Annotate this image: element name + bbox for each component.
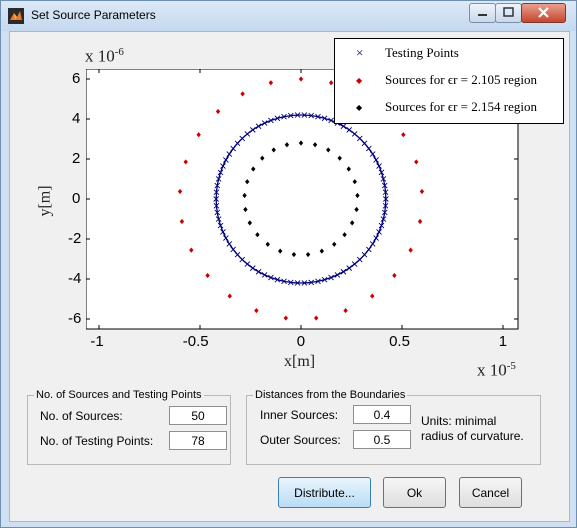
- x-axis-label: x[m]: [284, 353, 316, 370]
- x-tick-label: -0.5: [182, 333, 209, 350]
- y-tick-label: 6: [72, 70, 81, 87]
- sources-testing-group-title: No. of Sources and Testing Points: [36, 389, 202, 401]
- y-tick-label: -6: [68, 310, 82, 327]
- legend-marker: ◆: [356, 76, 363, 85]
- legend-label: Sources for ϵr = 2.105 region: [385, 72, 537, 87]
- ok-button[interactable]: Ok: [383, 477, 446, 508]
- y-tick-label: 0: [72, 190, 81, 207]
- inner-sources-label: Inner Sources:: [260, 408, 339, 422]
- num-testing-label: No. of Testing Points:: [40, 434, 154, 448]
- title-bar[interactable]: Set Source Parameters: [1, 1, 576, 31]
- legend-marker: ◆: [356, 103, 363, 112]
- x-tick-label: 1: [498, 333, 508, 350]
- distances-group: Distances from the Boundaries: [246, 389, 541, 465]
- x-tick-label: 0.5: [389, 333, 410, 350]
- plot-legend: × Testing Points ◆ Sources for ϵr = 2.105 r…: [334, 38, 564, 124]
- close-button[interactable]: [521, 3, 566, 23]
- legend-label: Sources for ϵr = 2.154 region: [385, 99, 537, 114]
- sources-testing-group: No. of Sources and Testing Points: [27, 389, 231, 465]
- window-title: Set Source Parameters: [31, 8, 156, 22]
- distribute-button[interactable]: Distribute...: [278, 477, 371, 508]
- y-tick-label: -2: [68, 230, 82, 247]
- outer-sources-field[interactable]: [353, 430, 411, 449]
- num-sources-label: No. of Sources:: [40, 409, 123, 423]
- maximize-icon: [503, 7, 514, 17]
- num-testing-field[interactable]: [169, 431, 227, 450]
- y-exponent-label: x 10-6: [85, 46, 124, 66]
- y-axis-label: y[m]: [36, 185, 54, 217]
- matlab-icon: [8, 8, 24, 24]
- x-tick-label: 0: [296, 333, 306, 350]
- y-tick-label: 4: [72, 110, 81, 127]
- maximize-button[interactable]: [495, 3, 522, 23]
- inner-sources-field[interactable]: [353, 405, 411, 424]
- num-sources-field[interactable]: [169, 406, 227, 425]
- close-icon: [538, 7, 549, 18]
- minimize-icon: [478, 14, 487, 16]
- legend-label: Testing Points: [385, 45, 459, 60]
- y-tick-label: -4: [68, 270, 82, 287]
- outer-sources-label: Outer Sources:: [260, 433, 341, 447]
- cancel-button[interactable]: Cancel: [459, 477, 522, 508]
- units-note-line2: radius of curvature.: [421, 429, 524, 443]
- x-tick-label: -1: [90, 333, 104, 350]
- legend-marker: ×: [356, 45, 364, 60]
- units-note-line1: Units: minimal: [421, 414, 497, 428]
- minimize-button[interactable]: [469, 3, 496, 23]
- y-tick-label: 2: [72, 150, 81, 167]
- dialog-window: Set Source Parameters x 10-6 -1 -0.5 0 0.5 1…: [0, 0, 577, 528]
- x-exponent-label: x 10-5: [477, 360, 516, 380]
- distances-group-title: Distances from the Boundaries: [255, 389, 406, 401]
